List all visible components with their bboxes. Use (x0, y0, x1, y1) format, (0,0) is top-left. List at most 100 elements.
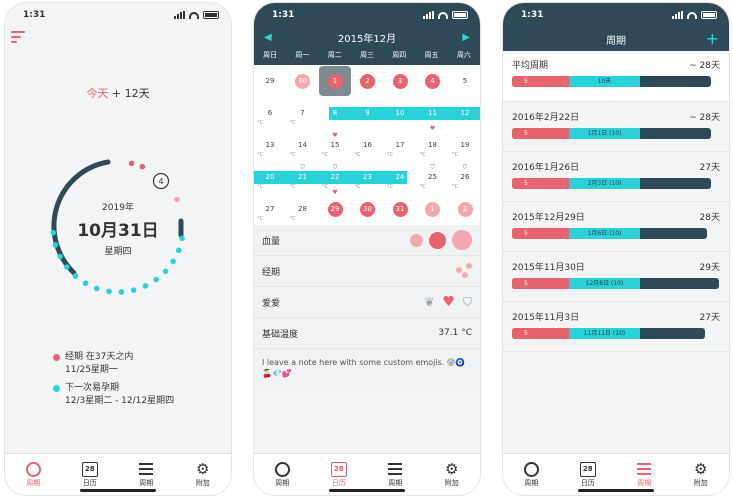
calendar-day[interactable]: 5 (449, 65, 480, 97)
tab-label: 附加 (444, 479, 459, 487)
wifi-icon (189, 11, 199, 19)
gear-icon: ⚙ (196, 459, 210, 478)
calendar-day[interactable]: 1 (319, 65, 351, 97)
calendar-day[interactable]: 14 °C (287, 129, 319, 161)
heart-icon[interactable]: ♥ (442, 294, 455, 310)
day-number: 25 (428, 173, 437, 181)
add-cycle-icon[interactable]: + (706, 29, 719, 48)
calendar-day[interactable]: 2 (352, 65, 384, 97)
cycle-start-date: 2016年1月26日 (512, 163, 580, 173)
tab-label: 周期 (637, 479, 652, 487)
temperature-unit: °C (387, 152, 393, 158)
cycle-row[interactable]: 2015年12月29日 28天 5 1月6日 (10) (503, 202, 729, 252)
cycle-row[interactable]: 2016年2月22日 ~ 28天 5 1月1日 (10) (503, 102, 729, 152)
calendar-day[interactable]: 26 °C ⛉ (449, 161, 480, 193)
menu-icon[interactable] (11, 31, 25, 43)
calendar-day[interactable]: 28 °C (287, 193, 319, 225)
calendar-day[interactable]: 9 (352, 97, 384, 129)
calendar-day[interactable]: 13 °C (254, 129, 286, 161)
day-number: 31 (392, 201, 408, 217)
signal-icon (174, 11, 185, 19)
calendar-day[interactable]: 23 °C (352, 161, 384, 193)
calendar-day[interactable]: 21 °C ⛉ (287, 161, 319, 193)
legend-period-date: 11/25星期一 (65, 365, 118, 375)
tab-cycle[interactable]: 周期 (5, 454, 62, 495)
cycle-fertile-bar: 1月1日 (10) (569, 128, 640, 139)
cycle-row[interactable]: 2015年11月30日 29天 5 12月8日 (10) (503, 252, 729, 302)
cycle-row[interactable]: 2016年1月26日 27天 5 2月3日 (10) (503, 152, 729, 202)
tab-extras[interactable]: ⚙ 附加 (424, 454, 481, 495)
calendar-day[interactable]: 16 °C (352, 129, 384, 161)
leaf-icon[interactable]: ❦ (424, 295, 434, 309)
calendar-day[interactable]: 30 (352, 193, 384, 225)
calendar-day[interactable]: 6 °C (254, 97, 286, 129)
calendar-day[interactable]: 20 °C (254, 161, 286, 193)
calendar-day[interactable]: 24 °C (384, 161, 416, 193)
info-intimacy-label: 爱爱 (262, 298, 281, 309)
cycle-row[interactable]: 2015年11月3日 27天 5 11月11日 (10) (503, 302, 729, 352)
day-number: 23 (363, 173, 372, 181)
tab-extras[interactable]: ⚙ 附加 (175, 454, 232, 495)
flow-light-icon[interactable] (410, 233, 423, 247)
calendar-day[interactable]: 29 ♥ (319, 189, 351, 225)
day-info: 血量 经期 爱爱 ❦ ♥ ⛉ 基础温度 37.1 °C I leave a no… (254, 225, 480, 387)
cycle-length: ~ 28天 (689, 113, 720, 123)
tab-label: 附加 (693, 479, 708, 487)
weekday-label: 周四 (392, 51, 407, 59)
calendar-day[interactable]: 30 (287, 65, 319, 97)
shield-icon[interactable]: ⛉ (463, 295, 472, 310)
calendar-day[interactable]: 2 (449, 193, 480, 225)
info-flow[interactable]: 血量 (254, 225, 480, 256)
info-temperature[interactable]: 基础温度 37.1 °C (254, 318, 480, 349)
tab-cycle[interactable]: 周期 (503, 454, 560, 495)
calendar-day[interactable]: 3 (384, 65, 416, 97)
calendar-icon: 28 (81, 461, 98, 477)
temperature-unit: °C (322, 152, 328, 158)
calendar-day[interactable]: 15 °C ♥ (319, 129, 351, 161)
drops-icon[interactable] (456, 263, 472, 279)
calendar-day[interactable]: 1 (417, 193, 449, 225)
day-note[interactable]: I leave a note here with some custom emo… (254, 349, 480, 387)
info-period[interactable]: 经期 (254, 256, 480, 287)
gear-icon: ⚙ (694, 459, 708, 478)
calendar-day[interactable]: 29 (254, 65, 286, 97)
flow-heavy-icon[interactable] (452, 230, 472, 250)
calendar-day[interactable]: 7 °C (287, 97, 319, 129)
status-bar: 1:31 (5, 3, 231, 27)
cycle-period-bar: 5 (512, 228, 569, 239)
ring-dot (153, 276, 159, 283)
calendar-day[interactable]: 8 (319, 97, 351, 129)
weekday-label: 周一 (295, 51, 310, 59)
info-intimacy[interactable]: 爱爱 ❦ ♥ ⛉ (254, 287, 480, 318)
calendar-day[interactable]: 17 °C (384, 129, 416, 161)
tab-extras[interactable]: ⚙ 附加 (673, 454, 730, 495)
day-number: 13 (265, 141, 275, 149)
flow-medium-icon[interactable] (429, 231, 446, 249)
circle-icon (274, 461, 290, 477)
calendar-day[interactable]: 4 (417, 65, 449, 97)
cycle-track: 5 11月11日 (10) (512, 328, 705, 339)
calendar-day[interactable]: 25 °C ⛉ (417, 161, 449, 193)
list-title-bar: 周期 + (503, 27, 729, 51)
day-number: 29 (265, 77, 275, 85)
calendar-day[interactable]: 27 °C (254, 193, 286, 225)
calendar-day[interactable]: 31 (384, 193, 416, 225)
calendar-day[interactable]: 19 °C (449, 129, 480, 161)
average-period-bar: 5 (512, 76, 569, 87)
cycle-length: 27天 (699, 313, 720, 323)
day-number: 15 (330, 141, 340, 149)
home-indicator (578, 489, 654, 492)
next-month-icon[interactable]: ▶ (462, 32, 470, 43)
temperature-unit: °C (387, 184, 393, 190)
tab-cycle[interactable]: 周期 (254, 454, 311, 495)
calendar-day[interactable]: 10 (384, 97, 416, 129)
temperature-value: 37.1 °C (438, 328, 472, 338)
temperature-unit: °C (257, 184, 263, 190)
calendar-day[interactable]: 18 °C ♥ (417, 125, 449, 161)
calendar-day[interactable]: 12 (449, 97, 480, 129)
cycle-start-date: 2015年12月29日 (512, 213, 585, 223)
prev-month-icon[interactable]: ◀ (264, 32, 272, 43)
date-center: 2019年 10月31日 星期四 (5, 200, 231, 257)
temperature-unit: °C (354, 184, 361, 190)
cycle-start-date: 2016年2月22日 (512, 113, 580, 123)
